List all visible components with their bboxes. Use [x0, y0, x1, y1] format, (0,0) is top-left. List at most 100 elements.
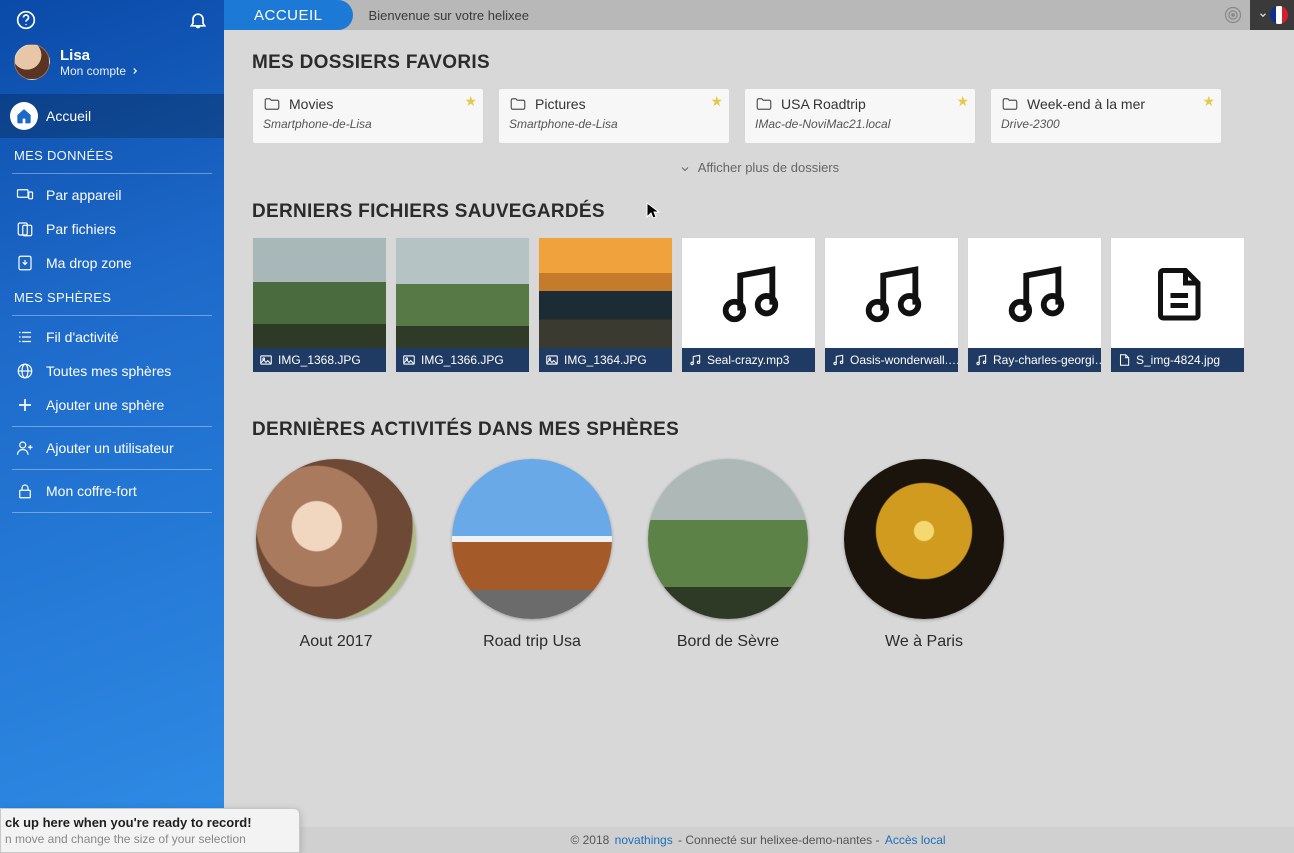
image-icon: [259, 353, 273, 367]
file-name: Oasis-wonderwall.…: [850, 353, 958, 367]
devices-icon: [14, 186, 36, 204]
sidebar-item-label: Par appareil: [46, 187, 122, 203]
sidebar-item-label: Ma drop zone: [46, 255, 132, 271]
sphere-thumbnail: [648, 459, 808, 619]
notifications-icon[interactable]: [186, 8, 210, 32]
file-name: Ray-charles-georgi…: [993, 353, 1101, 367]
folder-device: IMac-de-NoviMac21.local: [755, 117, 965, 131]
footer-brand-link[interactable]: novathings: [615, 833, 673, 847]
account-label: Mon compte: [60, 64, 126, 78]
file-card[interactable]: IMG_1364.JPG: [538, 237, 673, 373]
main: ACCUEIL Bienvenue sur votre helixee MES …: [224, 0, 1294, 853]
footer-copyright: © 2018: [570, 833, 609, 847]
section-title-favorites: MES DOSSIERS FAVORIS: [252, 52, 1266, 74]
sidebar-item-add-sphere[interactable]: Ajouter une sphère: [0, 388, 224, 422]
tab-home[interactable]: ACCUEIL: [224, 0, 353, 30]
sidebar-item-add-user[interactable]: Ajouter un utilisateur: [0, 431, 224, 465]
music-thumbnail: [682, 238, 815, 348]
target-icon[interactable]: [1220, 2, 1246, 28]
folder-name: Week-end à la mer: [1027, 96, 1145, 112]
globe-icon: [14, 362, 36, 380]
footer-access-link[interactable]: Accès local: [885, 833, 946, 847]
sphere-card[interactable]: Road trip Usa: [452, 459, 612, 651]
overlay-line1: ck up here when you're ready to record!: [5, 815, 291, 830]
file-card[interactable]: Seal-crazy.mp3: [681, 237, 816, 373]
sphere-name: Aout 2017: [256, 633, 416, 651]
sidebar-section-spheres: MES SPHÈRES: [0, 280, 224, 311]
folder-name: Movies: [289, 96, 333, 112]
folder-icon: [1001, 95, 1019, 113]
lock-icon: [14, 482, 36, 500]
file-name: IMG_1364.JPG: [564, 353, 647, 367]
sidebar-section-data: MES DONNÉES: [0, 138, 224, 169]
star-icon: ★: [464, 93, 477, 110]
sidebar-item-label: Toutes mes sphères: [46, 363, 171, 379]
sphere-card[interactable]: We à Paris: [844, 459, 1004, 651]
footer-connected: Connecté sur helixee-demo-nantes: [685, 833, 872, 847]
music-thumbnail: [968, 238, 1101, 348]
sphere-card[interactable]: Aout 2017: [256, 459, 416, 651]
folder-name: USA Roadtrip: [781, 96, 866, 112]
language-selector[interactable]: [1250, 0, 1294, 30]
help-icon[interactable]: [14, 8, 38, 32]
sphere-name: We à Paris: [844, 633, 1004, 651]
list-icon: [14, 328, 36, 346]
file-card[interactable]: IMG_1368.JPG: [252, 237, 387, 373]
sidebar-item-dropzone[interactable]: Ma drop zone: [0, 246, 224, 280]
sidebar-item-label: Ajouter un utilisateur: [46, 440, 174, 456]
sidebar: Lisa Mon compte Accueil MES DONNÉES Par …: [0, 0, 224, 853]
dropzone-icon: [14, 254, 36, 272]
footer: © 2018 novathings - Connecté sur helixee…: [224, 827, 1294, 853]
add-user-icon: [14, 439, 36, 457]
avatar: [14, 44, 50, 80]
sphere-thumbnail: [452, 459, 612, 619]
sphere-thumbnail: [844, 459, 1004, 619]
file-name: IMG_1368.JPG: [278, 353, 361, 367]
folder-device: Drive-2300: [1001, 117, 1211, 131]
sidebar-item-label: Ajouter une sphère: [46, 397, 164, 413]
favorite-folder[interactable]: ★ Pictures Smartphone-de-Lisa: [498, 88, 730, 144]
file-card[interactable]: Ray-charles-georgi…: [967, 237, 1102, 373]
star-icon: ★: [1202, 93, 1215, 110]
music-icon: [974, 353, 988, 367]
file-name: Seal-crazy.mp3: [707, 353, 789, 367]
plus-icon: [14, 396, 36, 414]
favorite-folder[interactable]: ★ Week-end à la mer Drive-2300: [990, 88, 1222, 144]
image-icon: [545, 353, 559, 367]
sidebar-item-label: Accueil: [46, 108, 91, 124]
flag-fr-icon: [1270, 6, 1288, 24]
sidebar-item-by-device[interactable]: Par appareil: [0, 178, 224, 212]
file-card[interactable]: IMG_1366.JPG: [395, 237, 530, 373]
section-title-recent-files: DERNIERS FICHIERS SAUVEGARDÉS: [252, 201, 1266, 223]
sidebar-item-vault[interactable]: Mon coffre-fort: [0, 474, 224, 508]
favorite-folder[interactable]: ★ USA Roadtrip IMac-de-NoviMac21.local: [744, 88, 976, 144]
file-card[interactable]: Oasis-wonderwall.…: [824, 237, 959, 373]
sidebar-item-home[interactable]: Accueil: [0, 94, 224, 138]
section-title-spheres: DERNIÈRES ACTIVITÉS DANS MES SPHÈRES: [252, 419, 1266, 441]
sidebar-item-feed[interactable]: Fil d'activité: [0, 320, 224, 354]
music-icon: [688, 353, 702, 367]
music-icon: [831, 353, 845, 367]
account-link[interactable]: Lisa Mon compte: [0, 38, 224, 94]
sidebar-item-all-spheres[interactable]: Toutes mes sphères: [0, 354, 224, 388]
folder-device: Smartphone-de-Lisa: [263, 117, 473, 131]
user-name: Lisa: [60, 47, 140, 64]
show-more-folders[interactable]: Afficher plus de dossiers: [252, 144, 1266, 201]
file-name: S_img-4824.jpg: [1136, 353, 1220, 367]
sphere-name: Bord de Sèvre: [648, 633, 808, 651]
footer-sep: -: [872, 833, 883, 847]
sidebar-item-by-files[interactable]: Par fichiers: [0, 212, 224, 246]
folder-icon: [263, 95, 281, 113]
folder-name: Pictures: [535, 96, 586, 112]
sphere-thumbnail: [256, 459, 416, 619]
folder-icon: [755, 95, 773, 113]
star-icon: ★: [956, 93, 969, 110]
image-thumbnail: [539, 238, 672, 348]
sphere-card[interactable]: Bord de Sèvre: [648, 459, 808, 651]
folder-icon: [509, 95, 527, 113]
star-icon: ★: [710, 93, 723, 110]
footer-sep: -: [675, 833, 686, 847]
file-card[interactable]: S_img-4824.jpg: [1110, 237, 1245, 373]
favorite-folder[interactable]: ★ Movies Smartphone-de-Lisa: [252, 88, 484, 144]
image-icon: [402, 353, 416, 367]
